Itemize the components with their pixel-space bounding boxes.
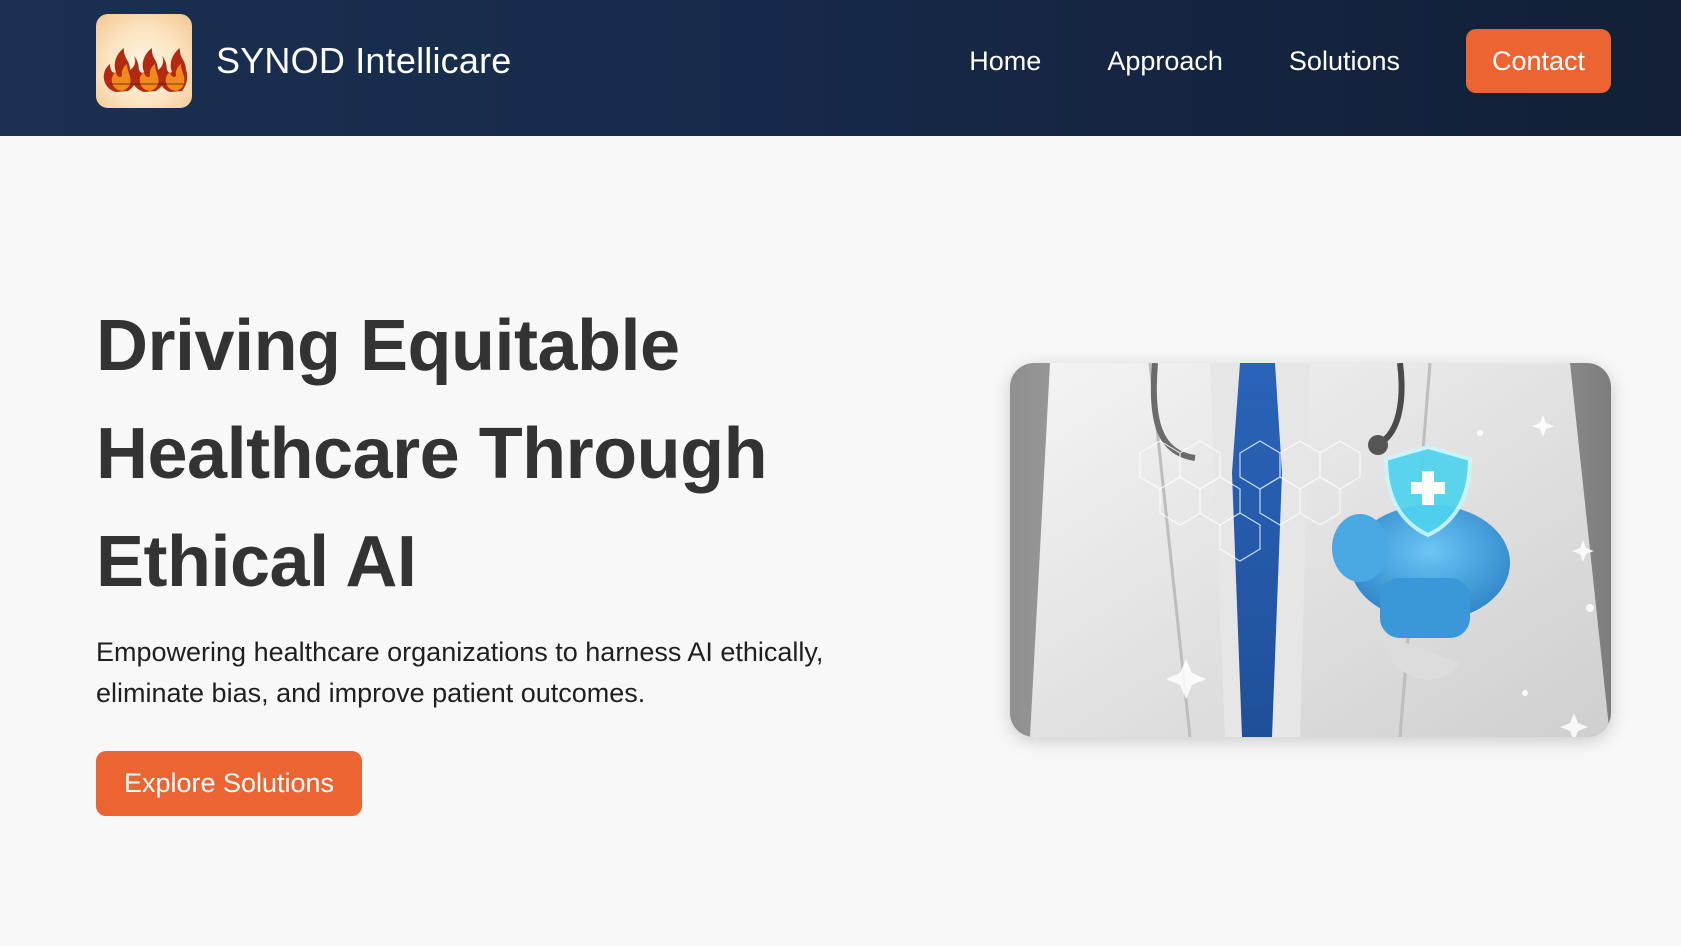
nav-approach-link[interactable]: Approach <box>1107 46 1223 77</box>
brand-name[interactable]: SYNOD Intellicare <box>216 40 512 82</box>
flame-logo-icon[interactable] <box>96 14 192 108</box>
nav-solutions-link[interactable]: Solutions <box>1289 46 1400 77</box>
site-header: SYNOD Intellicare Home Approach Solution… <box>0 0 1681 136</box>
hero-title: Driving Equitable Healthcare Through Eth… <box>96 306 768 602</box>
contact-button[interactable]: Contact <box>1466 29 1611 93</box>
doctor-shield-image <box>1010 363 1611 737</box>
explore-solutions-button[interactable]: Explore Solutions <box>96 751 362 816</box>
brand[interactable]: SYNOD Intellicare <box>96 14 512 108</box>
nav-home-link[interactable]: Home <box>969 46 1041 77</box>
main-nav: Home Approach Solutions Contact <box>969 29 1611 93</box>
hero-subtitle: Empowering healthcare organizations to h… <box>96 637 824 708</box>
